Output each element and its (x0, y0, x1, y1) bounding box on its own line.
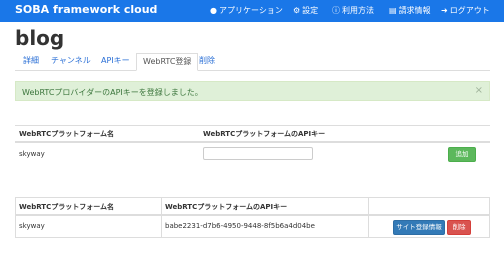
column-divider (161, 197, 162, 237)
nav-item-settings[interactable]: ⚙ 設定 (293, 5, 318, 16)
nav-label: アプリケーション (218, 6, 283, 15)
header-divider (15, 141, 490, 143)
api-key-input[interactable] (203, 147, 313, 160)
nav-item-applications[interactable]: ● アプリケーション (210, 5, 283, 16)
tab-delete[interactable]: 削除 (199, 53, 215, 69)
platform-cell: skyway (19, 150, 45, 158)
nav-label: ログアウト (449, 6, 490, 15)
table-top-border (15, 125, 490, 126)
header-platform-api-key: WebRTCプラットフォームのAPIキー (203, 130, 326, 138)
table-top-border (15, 197, 490, 198)
page-title: blog (15, 26, 65, 50)
nav-item-billing[interactable]: ▤ 請求情報 (389, 5, 431, 16)
nav-label: 請求情報 (398, 6, 431, 15)
alert-message: WebRTCプロバイダーのAPIキーを登録しました。 (22, 88, 203, 97)
nav-label: 利用方法 (342, 6, 374, 15)
header-divider (15, 214, 490, 216)
header-platform-api-key: WebRTCプラットフォームのAPIキー (165, 203, 288, 211)
bill-icon: ▤ (389, 6, 397, 15)
gear-icon: ⚙ (293, 6, 301, 15)
close-icon[interactable]: × (475, 85, 483, 96)
nav-label: 設定 (302, 6, 319, 15)
delete-button[interactable]: 削除 (447, 220, 471, 235)
webrtc-form-table: WebRTCプラットフォーム名 WebRTCプラットフォームのAPIキー sky… (15, 125, 490, 175)
application-icon: ● (210, 6, 217, 15)
logout-icon: ➜ (441, 6, 448, 15)
table-left-border (15, 197, 16, 237)
table-bottom-border (15, 237, 490, 238)
column-divider (368, 197, 369, 237)
api-key-cell: babe2231-d7b6-4950-9448-8f5b6a4d04be (165, 222, 315, 230)
tab-api-key[interactable]: APIキー (101, 53, 130, 69)
info-icon: ⓘ (332, 6, 340, 15)
top-navbar: SOBA framework cloud ● アプリケーション ⚙ 設定 ⓘ 利… (0, 0, 504, 22)
tab-details[interactable]: 詳細 (23, 53, 39, 69)
site-info-button[interactable]: サイト登録情報 (393, 220, 445, 235)
header-platform-name: WebRTCプラットフォーム名 (19, 203, 115, 211)
webrtc-list-table: WebRTCプラットフォーム名 WebRTCプラットフォームのAPIキー sky… (15, 197, 490, 257)
brand-logo[interactable]: SOBA framework cloud (15, 3, 157, 16)
tab-bar: 詳細 チャンネル APIキー WebRTC登録 削除 (15, 53, 490, 71)
nav-item-logout[interactable]: ➜ ログアウト (441, 5, 490, 16)
header-platform-name: WebRTCプラットフォーム名 (19, 130, 115, 138)
tab-webrtc-register[interactable]: WebRTC登録 (136, 53, 199, 71)
tab-channels[interactable]: チャンネル (51, 53, 91, 69)
nav-item-usage[interactable]: ⓘ 利用方法 (332, 5, 374, 16)
add-button[interactable]: 追加 (448, 147, 476, 162)
platform-cell: skyway (19, 222, 45, 230)
success-alert: WebRTCプロバイダーのAPIキーを登録しました。 × (15, 81, 490, 101)
table-right-border (489, 197, 490, 237)
